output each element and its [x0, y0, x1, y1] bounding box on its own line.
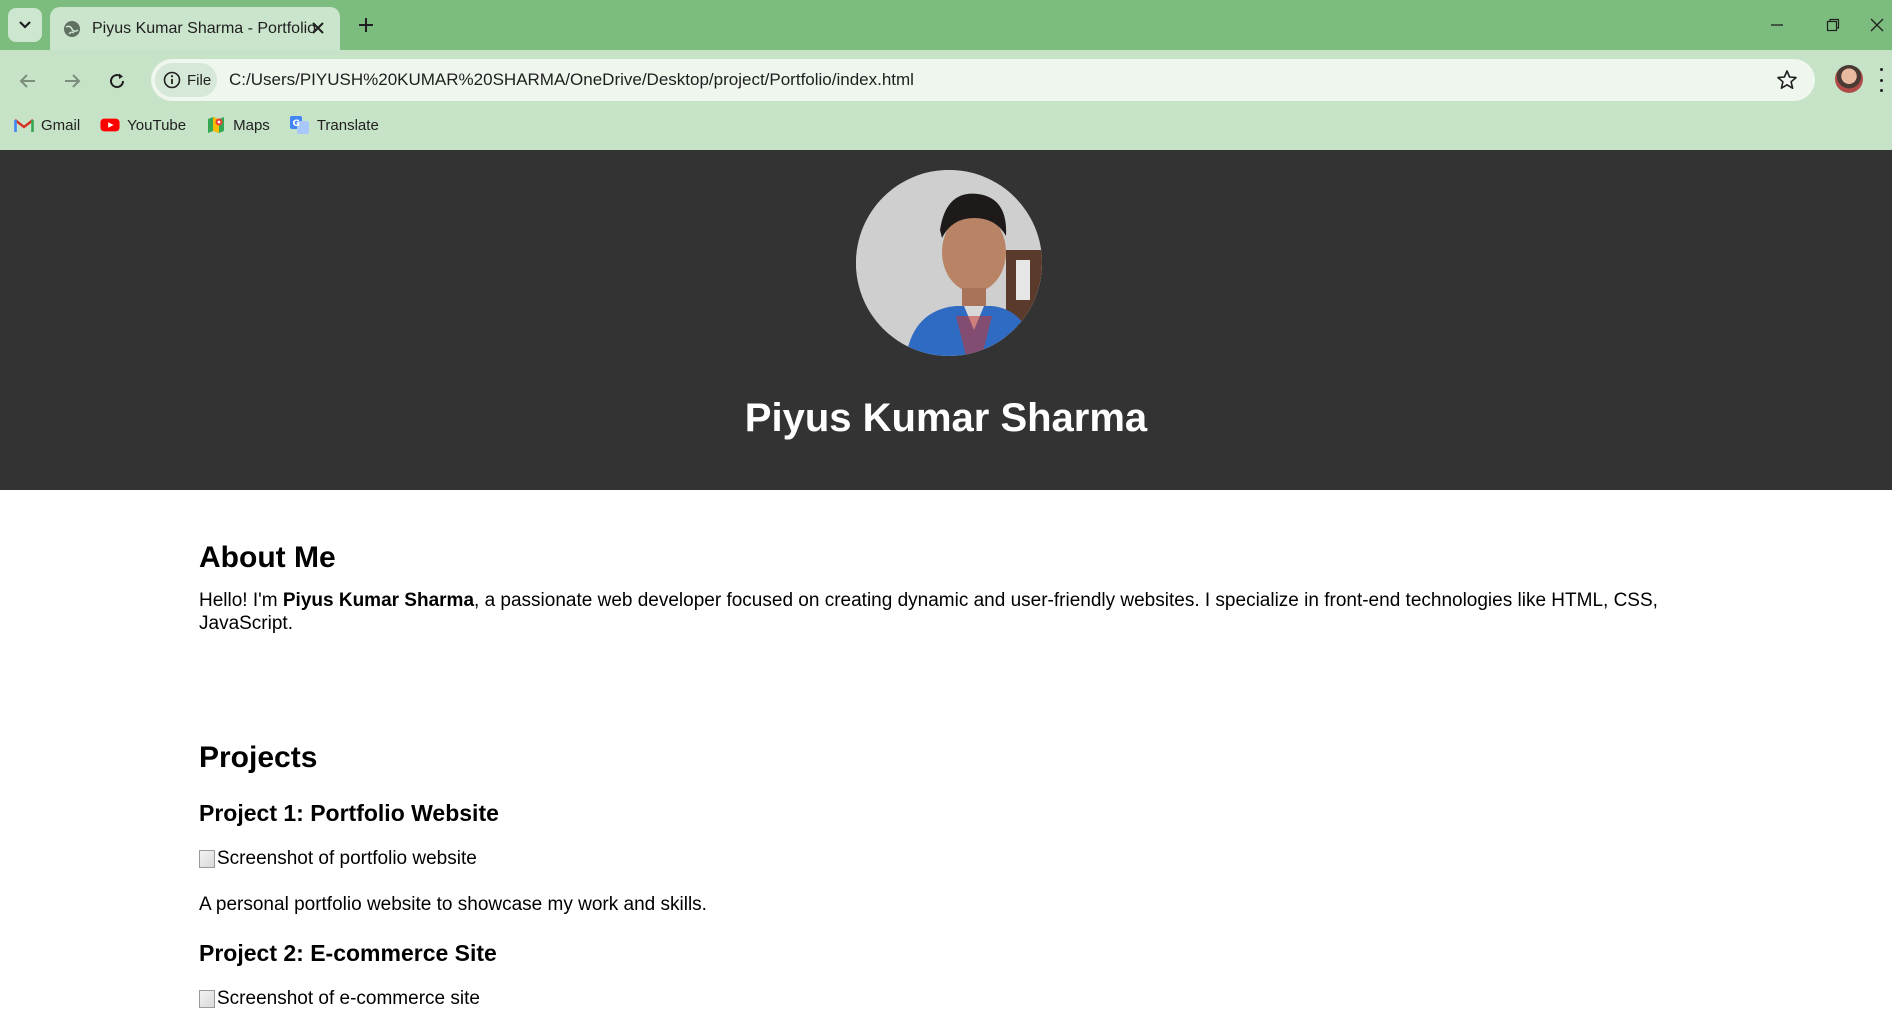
- project-description: A personal portfolio website to showcase…: [199, 894, 707, 915]
- bookmark-label: Gmail: [41, 116, 81, 134]
- profile-avatar[interactable]: [1835, 65, 1863, 93]
- minimize-button[interactable]: [1762, 10, 1792, 40]
- site-info-chip[interactable]: File: [155, 63, 217, 97]
- bookmark-maps[interactable]: Maps: [206, 117, 270, 134]
- back-button[interactable]: [11, 64, 45, 98]
- project-image-alt: Screenshot of portfolio website: [217, 848, 477, 869]
- reload-icon: [110, 73, 125, 89]
- broken-image-icon: [199, 850, 215, 868]
- broken-image-icon: [199, 990, 215, 1008]
- close-icon[interactable]: [308, 18, 328, 38]
- back-arrow-icon: [19, 74, 35, 88]
- forward-arrow-icon: [65, 74, 81, 88]
- page-viewport: Piyus Kumar Sharma About Me Hello! I'm P…: [0, 150, 1892, 1012]
- menu-icon[interactable]: [1876, 68, 1886, 92]
- page-title: Piyus Kumar Sharma: [744, 396, 1148, 440]
- new-tab-button[interactable]: [353, 12, 379, 38]
- project-title: Project 2: E-commerce Site: [199, 940, 497, 966]
- bookmark-youtube[interactable]: YouTube: [100, 117, 186, 134]
- star-icon: [1777, 70, 1797, 89]
- bookmark-gmail[interactable]: Gmail: [14, 117, 80, 134]
- bookmark-label: Translate: [316, 116, 379, 134]
- tab-active[interactable]: Piyus Kumar Sharma - Portfolio: [50, 7, 340, 50]
- maps-icon: [206, 117, 226, 133]
- close-window-icon: [1870, 18, 1884, 32]
- translate-icon: G: [289, 116, 310, 134]
- url-text[interactable]: C:/Users/PIYUSH%20KUMAR%20SHARMA/OneDriv…: [229, 70, 914, 90]
- globe-icon: [63, 20, 81, 38]
- chevron-down-icon: [19, 21, 31, 29]
- reload-button[interactable]: [100, 64, 134, 98]
- bookmark-translate[interactable]: G Translate: [289, 116, 379, 134]
- plus-icon: [359, 18, 373, 32]
- bookmarks-bar: Gmail YouTube Maps G Translate: [0, 110, 385, 140]
- about-heading: About Me: [199, 541, 336, 574]
- project-image: Screenshot of portfolio website: [199, 848, 477, 870]
- forward-button[interactable]: [55, 64, 89, 98]
- tab-title: Piyus Kumar Sharma - Portfolio: [92, 19, 317, 37]
- youtube-icon: [100, 117, 120, 133]
- bookmark-label: Maps: [233, 116, 270, 134]
- tab-strip: Piyus Kumar Sharma - Portfolio: [0, 0, 1892, 50]
- info-icon: [163, 71, 181, 89]
- profile-photo: [856, 170, 1042, 356]
- close-window-button[interactable]: [1870, 10, 1892, 40]
- address-bar[interactable]: File C:/Users/PIYUSH%20KUMAR%20SHARMA/On…: [151, 59, 1815, 101]
- about-text-name: Piyus Kumar Sharma: [282, 590, 475, 611]
- project-image: Screenshot of e-commerce site: [199, 988, 480, 1010]
- browser-toolbar: File C:/Users/PIYUSH%20KUMAR%20SHARMA/On…: [0, 50, 1892, 150]
- file-label: File: [187, 71, 212, 89]
- about-text: Hello! I'm Piyus Kumar Sharma, a passion…: [199, 589, 1699, 635]
- bookmark-label: YouTube: [127, 116, 187, 134]
- page-header: Piyus Kumar Sharma: [0, 150, 1892, 490]
- about-text-before: Hello! I'm: [199, 590, 283, 611]
- svg-text:G: G: [292, 119, 299, 129]
- restore-button[interactable]: [1818, 10, 1848, 40]
- restore-icon: [1826, 18, 1840, 32]
- project-image-alt: Screenshot of e-commerce site: [217, 988, 480, 1009]
- bookmark-star-button[interactable]: [1775, 68, 1799, 92]
- gmail-icon: [14, 117, 34, 133]
- minimize-icon: [1771, 24, 1783, 26]
- tab-search-button[interactable]: [8, 8, 42, 42]
- projects-heading: Projects: [199, 741, 318, 774]
- project-title: Project 1: Portfolio Website: [199, 800, 499, 826]
